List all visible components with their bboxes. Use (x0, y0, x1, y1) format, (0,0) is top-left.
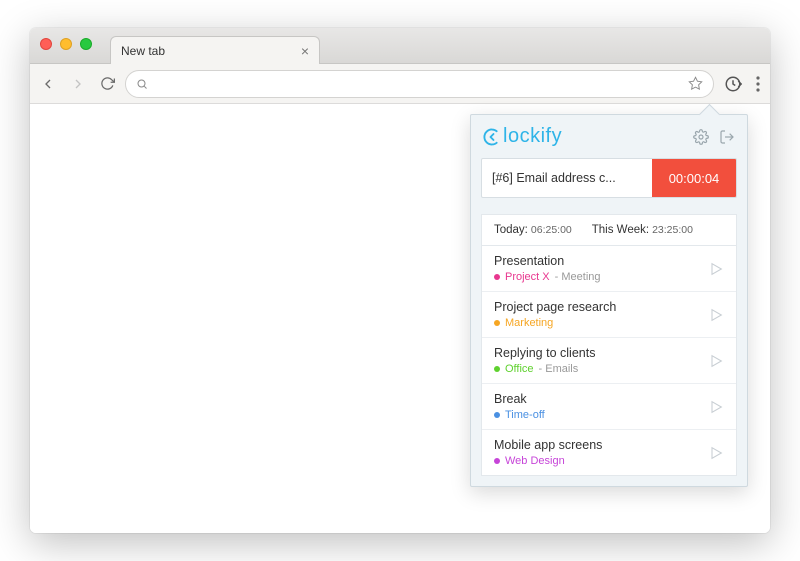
today-value: 06:25:00 (531, 224, 572, 236)
play-icon[interactable] (708, 445, 724, 461)
back-button[interactable] (40, 76, 56, 92)
week-label: This Week: (592, 224, 649, 236)
nav-buttons (40, 76, 115, 92)
entry-title: Break (494, 392, 545, 406)
address-bar[interactable] (125, 70, 714, 98)
reload-button[interactable] (100, 76, 115, 92)
maximize-window-button[interactable] (80, 38, 92, 50)
browser-window: New tab × (30, 28, 770, 533)
project-color-dot (494, 412, 500, 418)
browser-tab[interactable]: New tab × (110, 36, 320, 64)
tab-title: New tab (121, 44, 165, 58)
project-color-dot (494, 366, 500, 372)
search-icon (136, 78, 148, 90)
entry-title: Mobile app screens (494, 438, 602, 452)
today-label: Today: (494, 224, 528, 236)
time-entry[interactable]: Project page research Marketing (482, 292, 736, 338)
week-stat: This Week:23:25:00 (592, 224, 693, 236)
entry-project: Office (505, 363, 534, 375)
settings-button[interactable] (693, 129, 709, 145)
forward-button[interactable] (70, 76, 86, 92)
week-value: 23:25:00 (652, 224, 693, 236)
toolbar (30, 64, 770, 104)
bookmark-star-icon[interactable] (688, 76, 703, 91)
time-entry[interactable]: Presentation Project X - Meeting (482, 246, 736, 292)
play-icon[interactable] (708, 353, 724, 369)
clockify-logo: lockify (483, 125, 562, 148)
timer-stop-button[interactable]: 00:00:04 (652, 159, 736, 197)
logo-text: lockify (503, 125, 562, 148)
entry-project: Web Design (505, 455, 565, 467)
timer-description-input[interactable]: [#6] Email address c... (482, 159, 652, 197)
time-entry[interactable]: Mobile app screens Web Design (482, 430, 736, 476)
minimize-window-button[interactable] (60, 38, 72, 50)
project-color-dot (494, 320, 500, 326)
entry-title: Presentation (494, 254, 601, 268)
entry-project: Marketing (505, 317, 553, 329)
project-color-dot (494, 458, 500, 464)
clockify-extension-icon[interactable] (724, 75, 742, 93)
entry-project: Time-off (505, 409, 545, 421)
entry-task: - Emails (539, 363, 579, 375)
entry-list: Presentation Project X - Meeting Project p… (481, 246, 737, 476)
entry-project: Project X (505, 271, 550, 283)
entry-title: Project page research (494, 300, 616, 314)
titlebar: New tab × (30, 28, 770, 64)
timer-description-text: [#6] Email address c... (492, 171, 616, 185)
timer-elapsed: 00:00:04 (669, 171, 720, 186)
browser-menu-icon[interactable] (756, 76, 760, 92)
timer-row: [#6] Email address c... 00:00:04 (481, 158, 737, 198)
clockify-panel: lockify [#6] Email address c... 00:00:04 (470, 114, 748, 487)
stats-row: Today:06:25:00 This Week:23:25:00 (481, 214, 737, 246)
time-entry[interactable]: Replying to clients Office - Emails (482, 338, 736, 384)
play-icon[interactable] (708, 399, 724, 415)
play-icon[interactable] (708, 261, 724, 277)
close-tab-icon[interactable]: × (301, 44, 309, 58)
entry-task: - Meeting (555, 271, 601, 283)
address-input[interactable] (156, 77, 680, 91)
logout-button[interactable] (719, 129, 735, 145)
time-entry[interactable]: Break Time-off (482, 384, 736, 430)
today-stat: Today:06:25:00 (494, 224, 572, 236)
close-window-button[interactable] (40, 38, 52, 50)
extension-area (724, 75, 760, 93)
project-color-dot (494, 274, 500, 280)
window-controls (40, 38, 92, 50)
entry-title: Replying to clients (494, 346, 595, 360)
play-icon[interactable] (708, 307, 724, 323)
panel-header: lockify (481, 125, 737, 158)
